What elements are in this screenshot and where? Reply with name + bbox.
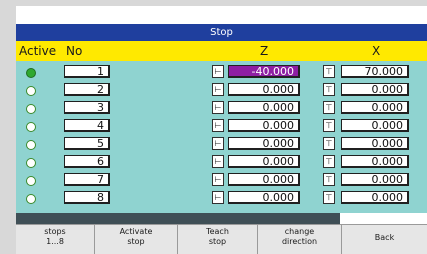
input-strip (340, 213, 427, 224)
table-row: 5 ⊢ 0.000 ⊤ 0.000 (16, 137, 427, 153)
table-row: 2 ⊢ 0.000 ⊤ 0.000 (16, 83, 427, 99)
x-value-field[interactable]: 0.000 (341, 83, 409, 96)
header-no: No (66, 44, 83, 58)
softkey-change-direction[interactable]: change direction (258, 225, 342, 254)
x-direction-icon[interactable]: ⊤ (323, 83, 335, 96)
stop-number[interactable]: 1 (64, 65, 110, 78)
x-direction-icon[interactable]: ⊤ (323, 191, 335, 204)
z-direction-icon[interactable]: ⊢ (212, 155, 224, 168)
stop-number[interactable]: 5 (64, 137, 110, 150)
softkey-back[interactable]: Back (342, 225, 427, 254)
z-direction-icon[interactable]: ⊢ (212, 83, 224, 96)
stop-number[interactable]: 2 (64, 83, 110, 96)
x-value-field[interactable]: 0.000 (341, 101, 409, 114)
x-direction-icon[interactable]: ⊤ (323, 119, 335, 132)
softkey-bar: stops 1...8 Activate stop Teach stop cha… (16, 224, 427, 254)
softkey-teach-stop[interactable]: Teach stop (178, 225, 258, 254)
table-row: 1 ⊢ -40.000 ⊤ 70.000 (16, 65, 427, 81)
table-row: 6 ⊢ 0.000 ⊤ 0.000 (16, 155, 427, 171)
active-indicator-off[interactable] (26, 158, 36, 168)
z-value-field[interactable]: 0.000 (228, 101, 300, 114)
active-indicator-off[interactable] (26, 86, 36, 96)
active-indicator-off[interactable] (26, 104, 36, 114)
x-direction-icon[interactable]: ⊤ (323, 101, 335, 114)
z-value-field[interactable]: 0.000 (228, 119, 300, 132)
z-value-field[interactable]: 0.000 (228, 173, 300, 186)
top-strip (16, 6, 427, 24)
x-direction-icon[interactable]: ⊤ (323, 155, 335, 168)
softkey-stops[interactable]: stops 1...8 (16, 225, 95, 254)
x-value-field[interactable]: 0.000 (341, 137, 409, 150)
z-direction-icon[interactable]: ⊢ (212, 173, 224, 186)
stop-number[interactable]: 7 (64, 173, 110, 186)
z-value-field[interactable]: 0.000 (228, 155, 300, 168)
stop-number[interactable]: 3 (64, 101, 110, 114)
z-direction-icon[interactable]: ⊢ (212, 137, 224, 150)
z-direction-icon[interactable]: ⊢ (212, 101, 224, 114)
z-value-field[interactable]: 0.000 (228, 137, 300, 150)
x-value-field[interactable]: 0.000 (341, 119, 409, 132)
z-value-field[interactable]: -40.000 (228, 65, 300, 78)
table-row: 7 ⊢ 0.000 ⊤ 0.000 (16, 173, 427, 189)
table-header: Active No Z X (16, 41, 427, 61)
header-active: Active (19, 44, 57, 58)
active-indicator-off[interactable] (26, 176, 36, 186)
softkey-back-label: Back (374, 233, 395, 242)
z-value-field[interactable]: 0.000 (228, 191, 300, 204)
active-indicator-off[interactable] (26, 194, 36, 204)
x-value-field[interactable]: 0.000 (341, 191, 409, 204)
stop-screen: Stop Active No Z X 1 ⊢ -40.000 ⊤ 70.000 2 ⊢ 0.0… (16, 6, 427, 254)
x-value-field[interactable]: 70.000 (341, 65, 409, 78)
x-direction-icon[interactable]: ⊤ (323, 137, 335, 150)
z-direction-icon[interactable]: ⊢ (212, 65, 224, 78)
header-x: X (372, 44, 381, 58)
x-value-field[interactable]: 0.000 (341, 155, 409, 168)
stop-number[interactable]: 8 (64, 191, 110, 204)
x-direction-icon[interactable]: ⊤ (323, 173, 335, 186)
stop-number[interactable]: 6 (64, 155, 110, 168)
z-value-field[interactable]: 0.000 (228, 83, 300, 96)
active-indicator-off[interactable] (26, 122, 36, 132)
z-direction-icon[interactable]: ⊢ (212, 119, 224, 132)
softkey-teach-stop-label: Teach stop (206, 227, 229, 246)
softkey-activate-stop[interactable]: Activate stop (95, 225, 178, 254)
x-direction-icon[interactable]: ⊤ (323, 65, 335, 78)
softkey-stops-label: stops 1...8 (44, 227, 66, 246)
softkey-activate-stop-label: Activate stop (119, 227, 153, 246)
status-strip (16, 213, 340, 224)
softkey-change-direction-label: change direction (281, 227, 318, 246)
active-indicator-off[interactable] (26, 140, 36, 150)
window-title: Stop (16, 24, 427, 41)
z-direction-icon[interactable]: ⊢ (212, 191, 224, 204)
x-value-field[interactable]: 0.000 (341, 173, 409, 186)
table-row: 3 ⊢ 0.000 ⊤ 0.000 (16, 101, 427, 117)
table-row: 4 ⊢ 0.000 ⊤ 0.000 (16, 119, 427, 135)
header-z: Z (260, 44, 269, 58)
stop-number[interactable]: 4 (64, 119, 110, 132)
table-row: 8 ⊢ 0.000 ⊤ 0.000 (16, 191, 427, 207)
active-indicator-on[interactable] (26, 68, 36, 78)
